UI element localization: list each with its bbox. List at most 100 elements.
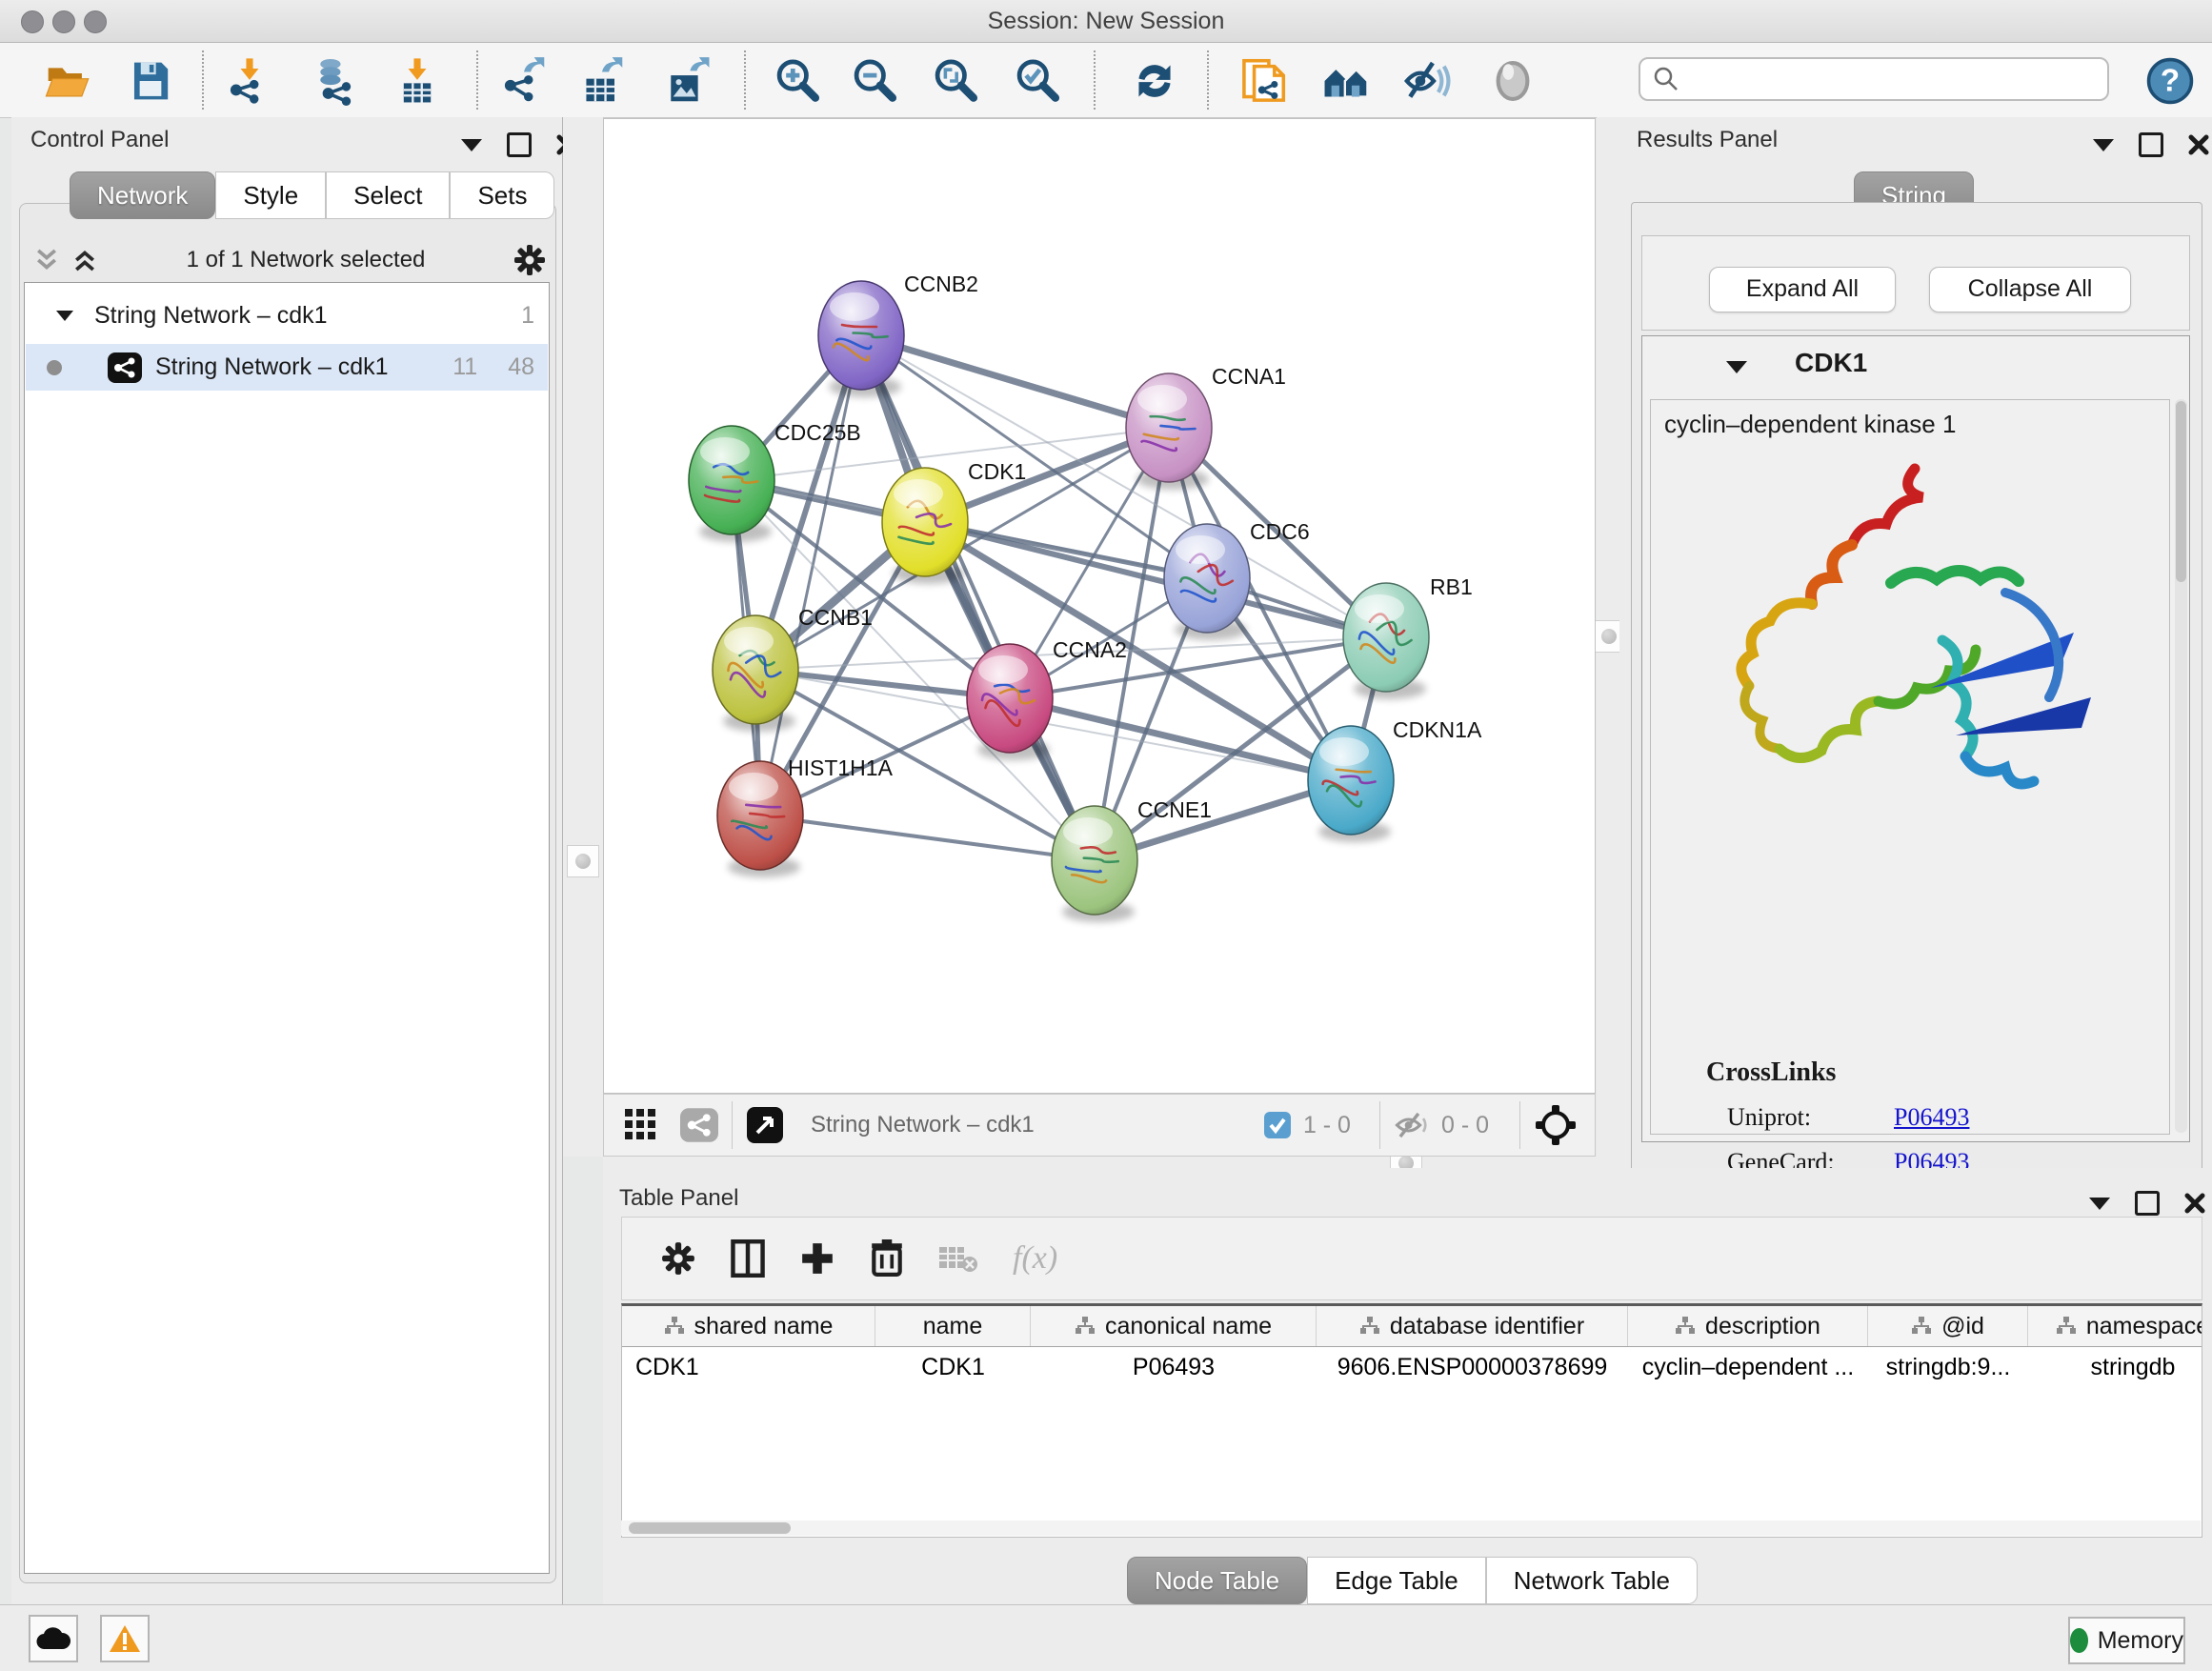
help-button[interactable]: ?	[2145, 56, 2195, 106]
tab-style[interactable]: Style	[215, 171, 326, 219]
panel-float-icon[interactable]	[2139, 132, 2163, 157]
tab-select[interactable]: Select	[326, 171, 450, 219]
tab-edge-table[interactable]: Edge Table	[1307, 1557, 1486, 1604]
table-cell[interactable]: 9606.ENSP00000378699	[1317, 1347, 1628, 1387]
panel-menu-icon[interactable]	[461, 139, 482, 151]
add-icon[interactable]	[799, 1240, 835, 1277]
search-field[interactable]	[1639, 57, 2109, 101]
export-table-icon	[577, 56, 627, 106]
import-table-button[interactable]	[392, 56, 442, 106]
expand-all-icon[interactable]	[70, 246, 99, 274]
warning-status-button[interactable]	[100, 1615, 150, 1662]
grid-view-icon[interactable]	[623, 1107, 659, 1143]
node-table[interactable]: shared namenamecanonical namedatabase id…	[621, 1303, 2202, 1538]
panel-float-icon[interactable]	[2135, 1191, 2160, 1216]
panel-menu-icon[interactable]	[2089, 1198, 2110, 1210]
results-scrollbar[interactable]	[2175, 399, 2187, 1133]
panel-close-icon[interactable]	[2184, 1193, 2205, 1214]
zoom-out-button[interactable]	[850, 56, 899, 106]
tab-network[interactable]: Network	[70, 171, 215, 219]
network-row[interactable]: String Network – cdk1 11 48	[26, 344, 548, 391]
network-node-CDKN1A[interactable]: CDKN1A	[1308, 717, 1482, 842]
table-cell[interactable]: P06493	[1031, 1347, 1317, 1387]
cloud-status-button[interactable]	[29, 1615, 78, 1662]
network-node-CCNA2[interactable]: CCNA2	[967, 637, 1127, 760]
column-header--id[interactable]: @id	[1868, 1306, 2028, 1346]
crosshair-icon[interactable]	[1534, 1103, 1578, 1147]
function-builder-icon[interactable]: f(x)	[1013, 1240, 1057, 1277]
column-header-name[interactable]: name	[875, 1306, 1031, 1346]
results-panel: Results Panel String Expand All Collapse…	[1619, 117, 2212, 1170]
zoom-in-button[interactable]	[773, 56, 822, 106]
string-network-graph[interactable]: CCNB2CCNA1CDC25BCDK1CDC6RB1CCNB1CCNA2CDK…	[604, 119, 1595, 1093]
refresh-button[interactable]	[1130, 56, 1179, 106]
network-node-CCNE1[interactable]: CCNE1	[1052, 797, 1212, 922]
network-collection-row[interactable]: String Network – cdk1 1	[26, 292, 548, 339]
network-node-RB1[interactable]: RB1	[1343, 574, 1473, 699]
share-view-icon[interactable]	[680, 1108, 718, 1142]
zoom-fit-button[interactable]	[931, 56, 980, 106]
column-header-database-identifier[interactable]: database identifier	[1317, 1306, 1628, 1346]
import-network-database-button[interactable]	[312, 56, 362, 106]
column-header-namespace[interactable]: namespace	[2028, 1306, 2202, 1346]
table-cell[interactable]: CDK1	[875, 1347, 1031, 1387]
hidden-eye-icon[interactable]	[1394, 1111, 1430, 1139]
table-horizontal-scrollbar[interactable]	[621, 1520, 2201, 1536]
table-cell[interactable]: CDK1	[622, 1347, 875, 1387]
section-expander-icon[interactable]	[1726, 361, 1747, 373]
hide-selected-button[interactable]	[1402, 56, 1452, 106]
crosslink-link[interactable]: P06493	[1894, 1103, 1969, 1132]
columns-icon[interactable]	[731, 1239, 765, 1278]
expand-all-button[interactable]: Expand All	[1709, 267, 1896, 312]
tab-sets[interactable]: Sets	[450, 171, 554, 219]
network-selected-status: 1 of 1 Network selected	[99, 247, 513, 273]
vertical-splitter-left[interactable]	[563, 117, 603, 1157]
collapse-all-icon[interactable]	[32, 246, 61, 274]
column-header-canonical-name[interactable]: canonical name	[1031, 1306, 1317, 1346]
search-input[interactable]	[1680, 65, 2084, 93]
node-label-CCNB2: CCNB2	[904, 272, 978, 296]
birdseye-icon[interactable]	[746, 1106, 784, 1144]
table-cell[interactable]: stringdb:9...	[1868, 1347, 2028, 1387]
table-row[interactable]: CDK1CDK1P064939606.ENSP00000378699cyclin…	[622, 1347, 2202, 1387]
selected-checkbox-icon[interactable]	[1263, 1111, 1292, 1139]
column-header-shared-name[interactable]: shared name	[622, 1306, 875, 1346]
zoom-selected-button[interactable]	[1013, 56, 1062, 106]
collapse-all-button[interactable]: Collapse All	[1929, 267, 2131, 312]
export-table-button[interactable]	[577, 56, 627, 106]
panel-menu-icon[interactable]	[2093, 139, 2114, 151]
network-node-CCNB2[interactable]: CCNB2	[818, 272, 978, 397]
network-node-HIST1H1A[interactable]: HIST1H1A	[717, 755, 894, 877]
gear-icon[interactable]	[513, 243, 547, 277]
delete-table-icon[interactable]	[938, 1243, 978, 1274]
tab-node-table[interactable]: Node Table	[1127, 1557, 1307, 1604]
export-image-button[interactable]	[663, 56, 713, 106]
home-button[interactable]	[1321, 56, 1371, 106]
show-eye-button[interactable]	[1488, 56, 1538, 106]
network-canvas[interactable]: CCNB2CCNA1CDC25BCDK1CDC6RB1CCNB1CCNA2CDK…	[603, 118, 1596, 1094]
column-tree-icon	[664, 1317, 685, 1336]
save-session-button[interactable]	[126, 56, 175, 106]
column-header-description[interactable]: description	[1628, 1306, 1868, 1346]
table-cell[interactable]: stringdb	[2028, 1347, 2202, 1387]
table-cell[interactable]: cyclin–dependent ...	[1628, 1347, 1868, 1387]
share-document-button[interactable]	[1238, 56, 1288, 106]
vertical-splitter-right[interactable]	[1597, 117, 1619, 1170]
import-network-file-button[interactable]	[225, 56, 274, 106]
open-folder-icon	[43, 57, 90, 105]
panel-close-icon[interactable]	[2188, 134, 2209, 155]
gear-icon[interactable]	[660, 1240, 696, 1277]
splitter-grip[interactable]	[567, 845, 599, 877]
network-node-CDC25B[interactable]: CDC25B	[689, 420, 861, 542]
panel-float-icon[interactable]	[507, 132, 532, 157]
node-label-CCNA2: CCNA2	[1053, 637, 1127, 662]
network-node-CCNA1[interactable]: CCNA1	[1126, 364, 1286, 490]
tab-network-table[interactable]: Network Table	[1486, 1557, 1698, 1604]
export-network-button[interactable]	[499, 56, 549, 106]
open-session-button[interactable]	[42, 56, 91, 106]
memory-button[interactable]: Memory	[2068, 1617, 2185, 1664]
tree-expander-icon[interactable]	[56, 311, 73, 321]
network-node-CCNB1[interactable]: CCNB1	[713, 605, 873, 732]
trash-icon[interactable]	[870, 1239, 904, 1278]
table-panel-title: Table Panel	[619, 1185, 738, 1212]
